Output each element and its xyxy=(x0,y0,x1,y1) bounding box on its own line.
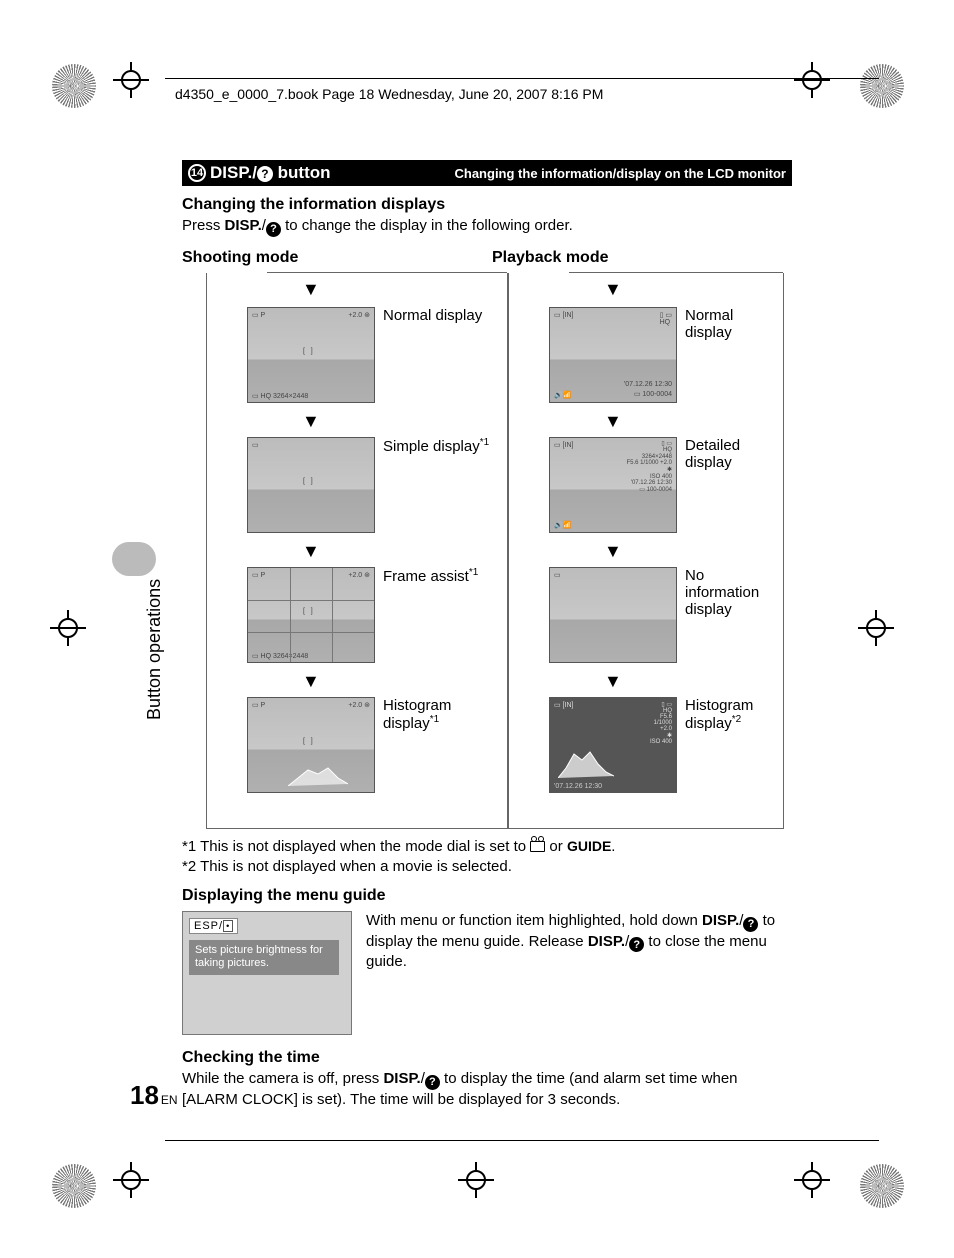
screenshot-no-info-playback: ▭ xyxy=(549,567,677,663)
arrow-down-icon: ▼ xyxy=(302,411,320,432)
help-icon: ? xyxy=(257,166,273,182)
screenshot-normal-shooting: ▭ P +2.0 ⊛ [ ] ▭ HQ 3264×2448 xyxy=(247,307,375,403)
label-normal-display: Normal display xyxy=(383,307,482,324)
label-simple-display: Simple display*1 xyxy=(383,437,489,455)
shooting-mode-heading: Shooting mode xyxy=(182,249,482,267)
label-frame-assist: Frame assist*1 xyxy=(383,567,478,585)
menu-guide-screenshot: ESP/• Sets picture brightness for taking… xyxy=(182,911,352,1035)
arrow-down-icon: ▼ xyxy=(604,279,622,300)
page-number: 18EN xyxy=(130,1080,178,1111)
label-detailed-display: Detailed display xyxy=(685,437,775,472)
label-normal-display: Normal display xyxy=(685,307,775,342)
menu-guide-text: With menu or function item highlighted, … xyxy=(366,911,792,972)
step-number-icon: 14 xyxy=(188,164,206,182)
crop-crosshair xyxy=(52,612,84,644)
screenshot-normal-playback: ▭ [IN] ▯ ▭HQ '07.12.26 12:30 ▭ 100-0004 … xyxy=(549,307,677,403)
heading-changing-info: Changing the information displays xyxy=(182,196,792,214)
crop-crosshair xyxy=(860,612,892,644)
crop-starburst xyxy=(52,64,96,108)
arrow-down-icon: ▼ xyxy=(302,671,320,692)
crop-starburst xyxy=(52,1164,96,1208)
screenshot-histogram-shooting: ▭ P +2.0 ⊛ [ ] xyxy=(247,697,375,793)
crop-crosshair xyxy=(796,64,828,96)
screenshot-detailed-playback: ▭ [IN] ▯ ▭HQ3264×2448F5.6 1/1000 +2.0✱IS… xyxy=(549,437,677,533)
header-text: d4350_e_0000_7.book Page 18 Wednesday, J… xyxy=(175,86,603,102)
arrow-down-icon: ▼ xyxy=(302,541,320,562)
screenshot-simple-shooting: ▭ [ ] xyxy=(247,437,375,533)
banner-title-part: button xyxy=(273,163,331,182)
banner-title-part: DISP./ xyxy=(210,163,257,182)
playback-mode-heading: Playback mode xyxy=(482,249,792,267)
crop-crosshair xyxy=(115,1164,147,1196)
display-cycle-diagram: ▼ ▭ P +2.0 ⊛ [ ] ▭ HQ 3264×2448 Normal d… xyxy=(182,273,792,829)
help-icon: ? xyxy=(425,1075,440,1090)
screenshot-histogram-playback: ▭ [IN] ▯ ▭HQF5.61/1000+2.0✱ISO 400 '07.1… xyxy=(549,697,677,793)
help-icon: ? xyxy=(266,222,281,237)
menu-guide-desc: Sets picture brightness for taking pictu… xyxy=(189,940,339,974)
crop-starburst xyxy=(860,1164,904,1208)
crop-crosshair xyxy=(115,64,147,96)
label-histogram-display: Histogram display*1 xyxy=(383,697,499,733)
menu-item-chip: ESP/• xyxy=(189,918,238,934)
movie-icon xyxy=(530,841,545,852)
arrow-down-icon: ▼ xyxy=(302,279,320,300)
sidebar-label: Button operations xyxy=(144,579,165,720)
arrow-down-icon: ▼ xyxy=(604,671,622,692)
footnotes: *1 This is not displayed when the mode d… xyxy=(182,837,792,878)
crop-crosshair xyxy=(460,1164,492,1196)
crop-starburst xyxy=(860,64,904,108)
instruction-text: Press DISP./? to change the display in t… xyxy=(182,216,792,237)
arrow-down-icon: ▼ xyxy=(604,541,622,562)
banner-subtitle: Changing the information/display on the … xyxy=(455,166,787,181)
help-icon: ? xyxy=(629,937,644,952)
header-rule xyxy=(165,78,879,79)
footer-rule xyxy=(165,1140,879,1141)
label-no-info-display: No information display xyxy=(685,567,775,619)
checking-time-text: While the camera is off, press DISP./? t… xyxy=(182,1069,792,1109)
screenshot-frame-assist: ▭ P +2.0 ⊛ [ ] ▭ HQ 3264×2448 xyxy=(247,567,375,663)
section-banner: 14 DISP./? button Changing the informati… xyxy=(182,160,792,186)
label-histogram-display: Histogram display*2 xyxy=(685,697,775,733)
heading-menu-guide: Displaying the menu guide xyxy=(182,887,792,905)
heading-checking-time: Checking the time xyxy=(182,1049,792,1067)
sidebar-tab xyxy=(112,542,156,576)
help-icon: ? xyxy=(743,917,758,932)
arrow-down-icon: ▼ xyxy=(604,411,622,432)
crop-crosshair xyxy=(796,1164,828,1196)
